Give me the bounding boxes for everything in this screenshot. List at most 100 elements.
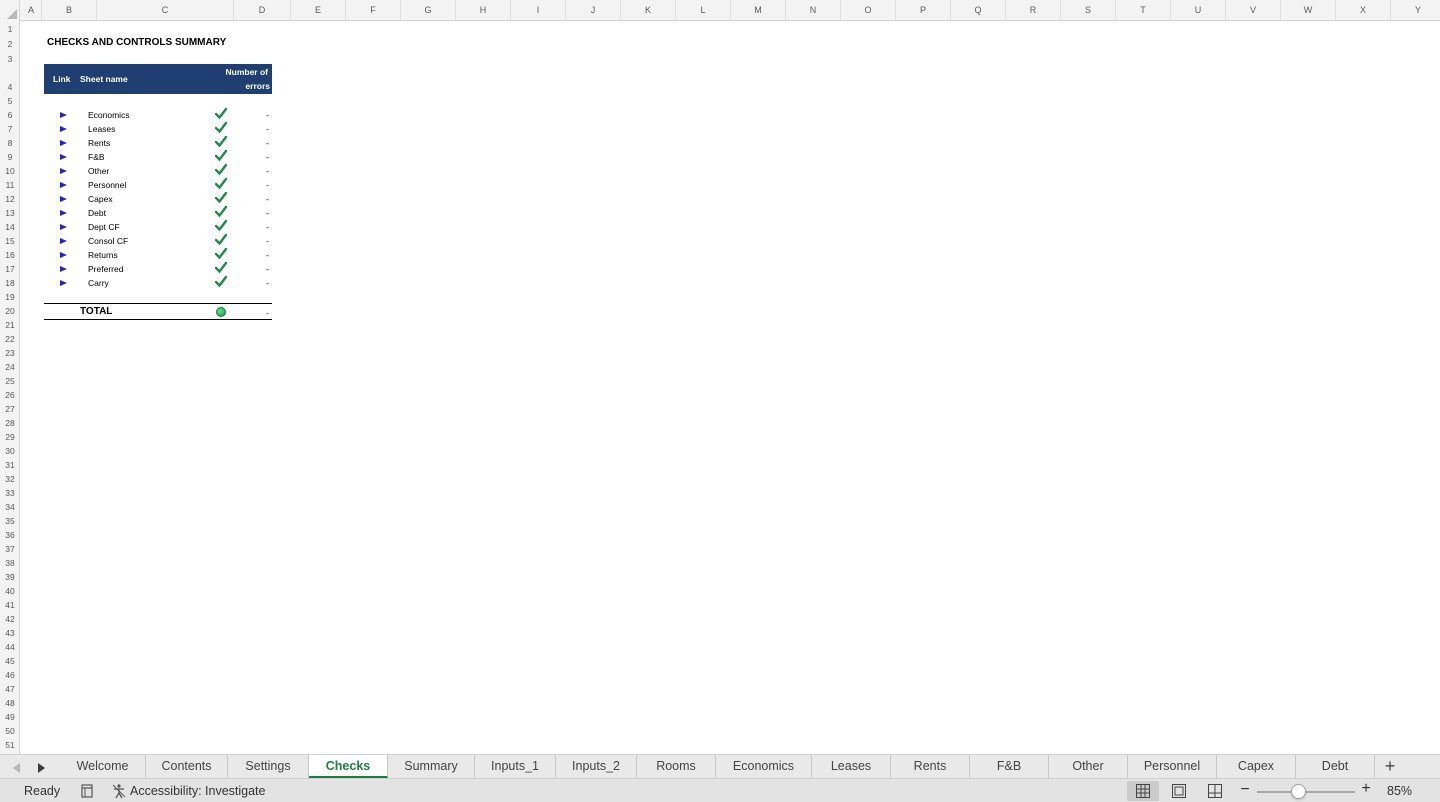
column-header-g[interactable]: G [401,0,456,21]
column-header-n[interactable]: N [786,0,841,21]
row-header-46[interactable]: 46 [0,670,19,680]
link-arrow-icon[interactable] [60,252,67,258]
row-header-22[interactable]: 22 [0,334,19,344]
row-header-6[interactable]: 6 [0,110,19,120]
column-header-t[interactable]: T [1116,0,1171,21]
row-header-44[interactable]: 44 [0,642,19,652]
row-header-7[interactable]: 7 [0,124,19,134]
zoom-level[interactable]: 85% [1387,784,1412,798]
row-header-11[interactable]: 11 [0,180,19,190]
row-header-51[interactable]: 51 [0,740,19,750]
row-header-50[interactable]: 50 [0,726,19,736]
tab-contents[interactable]: Contents [146,755,228,778]
row-header-32[interactable]: 32 [0,474,19,484]
row-header-18[interactable]: 18 [0,278,19,288]
tab-leases[interactable]: Leases [812,755,891,778]
row-header-16[interactable]: 16 [0,250,19,260]
select-all-corner[interactable] [0,0,20,21]
tab-economics[interactable]: Economics [716,755,812,778]
row-header-33[interactable]: 33 [0,488,19,498]
column-header-e[interactable]: E [291,0,346,21]
row-header-19[interactable]: 19 [0,292,19,302]
worksheet-grid[interactable]: CHECKS AND CONTROLS SUMMARY Link Sheet n… [21,21,1440,754]
tab-f-b[interactable]: F&B [970,755,1049,778]
row-header-12[interactable]: 12 [0,194,19,204]
row-header-14[interactable]: 14 [0,222,19,232]
link-arrow-icon[interactable] [60,126,67,132]
column-header-j[interactable]: J [566,0,621,21]
row-header-31[interactable]: 31 [0,460,19,470]
row-header-3[interactable]: 3 [0,54,19,64]
row-header-49[interactable]: 49 [0,712,19,722]
column-header-h[interactable]: H [456,0,511,21]
row-header-35[interactable]: 35 [0,516,19,526]
row-header-40[interactable]: 40 [0,586,19,596]
column-header-i[interactable]: I [511,0,566,21]
tab-settings[interactable]: Settings [228,755,309,778]
macro-recording-icon[interactable] [80,784,94,798]
column-header-f[interactable]: F [346,0,401,21]
column-header-p[interactable]: P [896,0,951,21]
column-header-w[interactable]: W [1281,0,1336,21]
row-header-4[interactable]: 4 [0,82,19,92]
column-header-y[interactable]: Y [1391,0,1440,21]
row-header-48[interactable]: 48 [0,698,19,708]
row-header-36[interactable]: 36 [0,530,19,540]
tab-capex[interactable]: Capex [1217,755,1296,778]
row-header-5[interactable]: 5 [0,96,19,106]
link-arrow-icon[interactable] [60,280,67,286]
column-header-m[interactable]: M [731,0,786,21]
row-header-17[interactable]: 17 [0,264,19,274]
column-header-q[interactable]: Q [951,0,1006,21]
row-header-24[interactable]: 24 [0,362,19,372]
link-arrow-icon[interactable] [60,112,67,118]
link-arrow-icon[interactable] [60,224,67,230]
normal-view-button[interactable] [1127,781,1159,801]
zoom-in-button[interactable]: + [1360,780,1372,798]
row-header-26[interactable]: 26 [0,390,19,400]
tab-rooms[interactable]: Rooms [637,755,716,778]
column-header-x[interactable]: X [1336,0,1391,21]
row-header-28[interactable]: 28 [0,418,19,428]
row-header-20[interactable]: 20 [0,306,19,316]
row-header-21[interactable]: 21 [0,320,19,330]
row-header-42[interactable]: 42 [0,614,19,624]
column-header-v[interactable]: V [1226,0,1281,21]
next-sheet-button[interactable] [35,760,47,774]
column-header-b[interactable]: B [42,0,97,21]
row-header-8[interactable]: 8 [0,138,19,148]
link-arrow-icon[interactable] [60,196,67,202]
row-header-27[interactable]: 27 [0,404,19,414]
row-header-45[interactable]: 45 [0,656,19,666]
tab-inputs-2[interactable]: Inputs_2 [556,755,637,778]
zoom-slider-thumb[interactable] [1291,784,1306,799]
row-header-39[interactable]: 39 [0,572,19,582]
column-header-r[interactable]: R [1006,0,1061,21]
column-header-k[interactable]: K [621,0,676,21]
row-header-10[interactable]: 10 [0,166,19,176]
column-header-s[interactable]: S [1061,0,1116,21]
link-arrow-icon[interactable] [60,168,67,174]
row-header-25[interactable]: 25 [0,376,19,386]
tab-welcome[interactable]: Welcome [60,755,146,778]
column-header-d[interactable]: D [234,0,291,21]
row-header-38[interactable]: 38 [0,558,19,568]
link-arrow-icon[interactable] [60,182,67,188]
tab-inputs-1[interactable]: Inputs_1 [475,755,556,778]
zoom-slider-track[interactable] [1257,791,1355,793]
page-break-view-button[interactable] [1199,781,1231,801]
tab-summary[interactable]: Summary [388,755,475,778]
link-arrow-icon[interactable] [60,266,67,272]
row-header-47[interactable]: 47 [0,684,19,694]
accessibility-icon[interactable] [111,783,127,799]
column-header-o[interactable]: O [841,0,896,21]
row-header-13[interactable]: 13 [0,208,19,218]
link-arrow-icon[interactable] [60,154,67,160]
column-header-u[interactable]: U [1171,0,1226,21]
row-header-37[interactable]: 37 [0,544,19,554]
row-header-1[interactable]: 1 [0,24,19,34]
link-arrow-icon[interactable] [60,210,67,216]
row-header-2[interactable]: 2 [0,39,19,49]
row-header-30[interactable]: 30 [0,446,19,456]
row-header-43[interactable]: 43 [0,628,19,638]
